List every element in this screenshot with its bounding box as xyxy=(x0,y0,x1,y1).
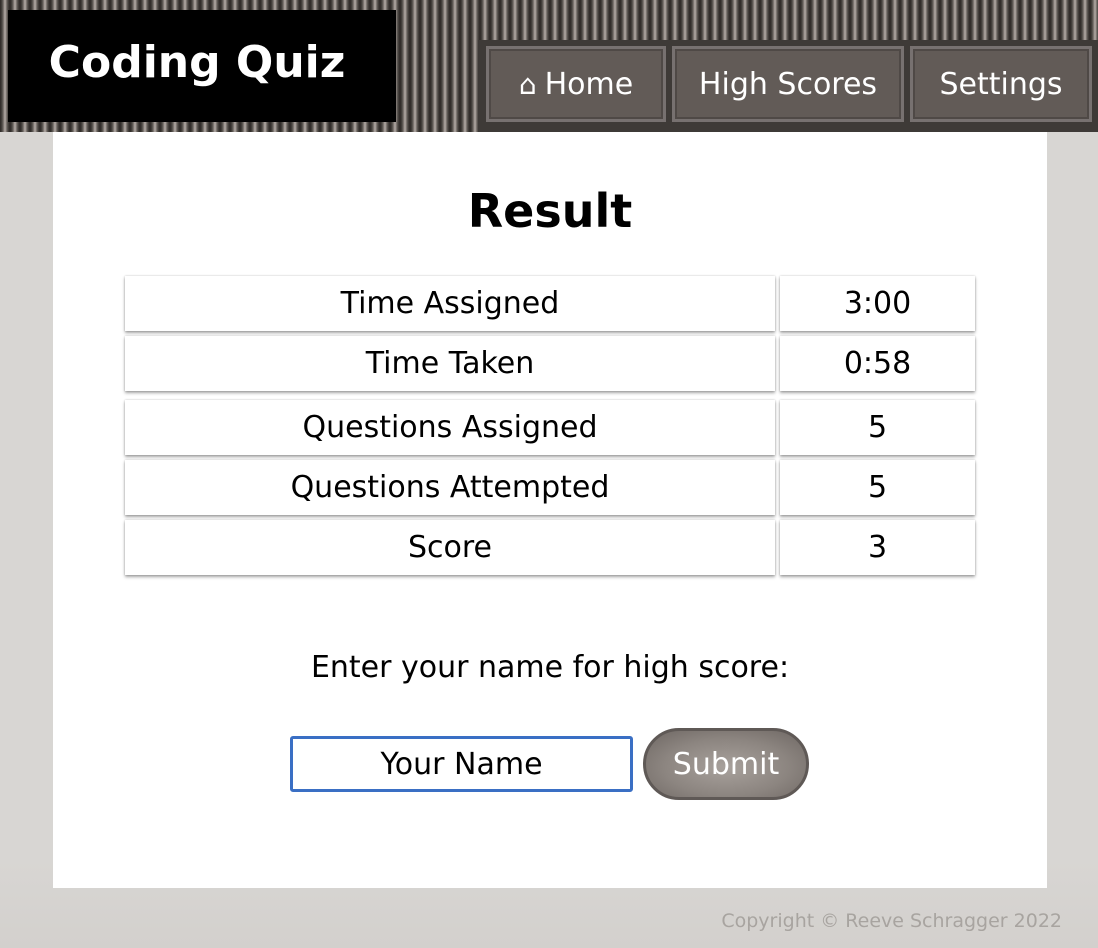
result-row-value: 5 xyxy=(780,400,975,455)
app-title: Coding Quiz xyxy=(48,36,346,88)
nav-settings-button[interactable]: Settings xyxy=(910,46,1092,122)
home-icon: ⌂ xyxy=(518,67,537,101)
nav-home-button[interactable]: ⌂ Home xyxy=(486,46,666,122)
result-title: Result xyxy=(467,184,633,238)
high-score-prompt: Enter your name for high score: xyxy=(310,650,790,685)
submit-label: Submit xyxy=(672,746,780,782)
nav-high-scores-label: High Scores xyxy=(698,66,878,102)
result-row-label: Questions Attempted xyxy=(125,460,775,515)
result-row-questions-assigned: Questions Assigned 5 xyxy=(125,400,975,455)
footer-copyright: Copyright © Reeve Schragger 2022 xyxy=(721,910,1062,932)
result-row-score: Score 3 xyxy=(125,520,975,575)
result-row-label: Time Assigned xyxy=(125,276,775,331)
result-row-questions-attempted: Questions Attempted 5 xyxy=(125,460,975,515)
submit-button[interactable]: Submit xyxy=(643,728,809,800)
app-logo[interactable]: Coding Quiz xyxy=(8,10,396,122)
result-row-value: 3:00 xyxy=(780,276,975,331)
result-row-label: Questions Assigned xyxy=(125,400,775,455)
result-row-label: Score xyxy=(125,520,775,575)
nav-home-label: Home xyxy=(544,66,634,102)
nav-settings-label: Settings xyxy=(939,66,1063,102)
result-row-value: 5 xyxy=(780,460,975,515)
result-row-time-assigned: Time Assigned 3:00 xyxy=(125,276,975,331)
result-row-value: 3 xyxy=(780,520,975,575)
result-row-value: 0:58 xyxy=(780,336,975,391)
result-row-time-taken: Time Taken 0:58 xyxy=(125,336,975,391)
nav-high-scores-button[interactable]: High Scores xyxy=(672,46,904,122)
result-row-label: Time Taken xyxy=(125,336,775,391)
result-card: Result Time Assigned 3:00 Time Taken 0:5… xyxy=(53,132,1047,888)
name-input[interactable] xyxy=(290,736,633,792)
